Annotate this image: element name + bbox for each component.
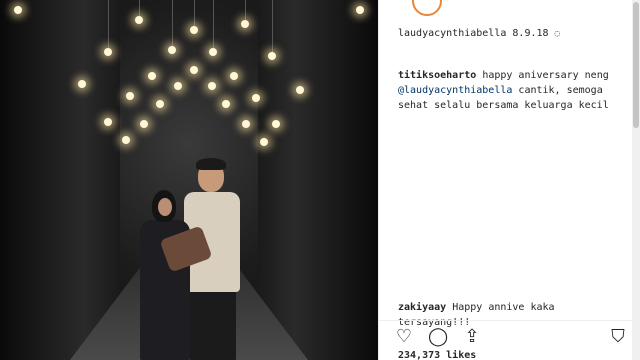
author-username[interactable]: laudyacynthiabella (398, 28, 506, 39)
bulb (242, 120, 250, 128)
bulb (296, 86, 304, 94)
bookmark-icon[interactable]: ⛉ (608, 326, 628, 346)
bulb-wire (213, 0, 214, 48)
bulb (209, 48, 217, 56)
bulb (222, 100, 230, 108)
bulb (122, 136, 130, 144)
comment-username[interactable]: zakiyaay (398, 302, 446, 313)
man-figure-legs (190, 290, 236, 360)
verified-icon: ◌ (554, 29, 560, 39)
bulb (135, 16, 143, 24)
comment-username[interactable]: titiksoeharto (398, 70, 476, 81)
bulb-wire (194, 0, 195, 26)
bulb (241, 20, 249, 28)
bulb-wire (172, 0, 173, 46)
woman-figure-face (158, 198, 172, 216)
comment-mention[interactable]: @laudyacynthiabella (398, 85, 512, 96)
bulb (190, 66, 198, 74)
comments-scrollbar[interactable] (632, 0, 640, 360)
bulb-wire (272, 0, 273, 52)
bulb (268, 52, 276, 60)
bulb (252, 94, 260, 102)
bulb (78, 80, 86, 88)
share-icon[interactable]: ⇪ (462, 326, 482, 346)
photo-wall-right (258, 0, 378, 360)
bulb (140, 120, 148, 128)
bulb (168, 46, 176, 54)
bulb-wire (245, 0, 246, 20)
comment-item: titiksoeharto happy aniversary neng @lau… (398, 68, 628, 113)
bulb (104, 118, 112, 126)
bulb (174, 82, 182, 90)
bulb (230, 72, 238, 80)
post-date: 8.9.18 (512, 28, 549, 39)
bulb (260, 138, 268, 146)
bulb (356, 6, 364, 14)
bulb (190, 26, 198, 34)
bulb (14, 6, 22, 14)
action-bar (378, 320, 632, 348)
bulb (148, 72, 156, 80)
bulb (208, 82, 216, 90)
likes-count[interactable]: 234,373 likes (398, 350, 476, 360)
heart-icon[interactable]: ♡ (394, 326, 414, 346)
comment-icon[interactable]: ◯ (428, 326, 448, 346)
bulb-wire (108, 0, 109, 48)
photo-wall-left (0, 0, 120, 360)
bulb (104, 48, 112, 56)
man-figure-hair (196, 158, 226, 170)
comment-text: happy aniversary neng (482, 70, 609, 81)
bulb (272, 120, 280, 128)
post-header: laudyacynthiabella 8.9.18 ◌ (398, 28, 560, 39)
bulb (126, 92, 134, 100)
bulb (156, 100, 164, 108)
scrollbar-thumb[interactable] (633, 2, 639, 128)
bulb-wire (139, 0, 140, 16)
post-photo[interactable] (0, 0, 378, 360)
